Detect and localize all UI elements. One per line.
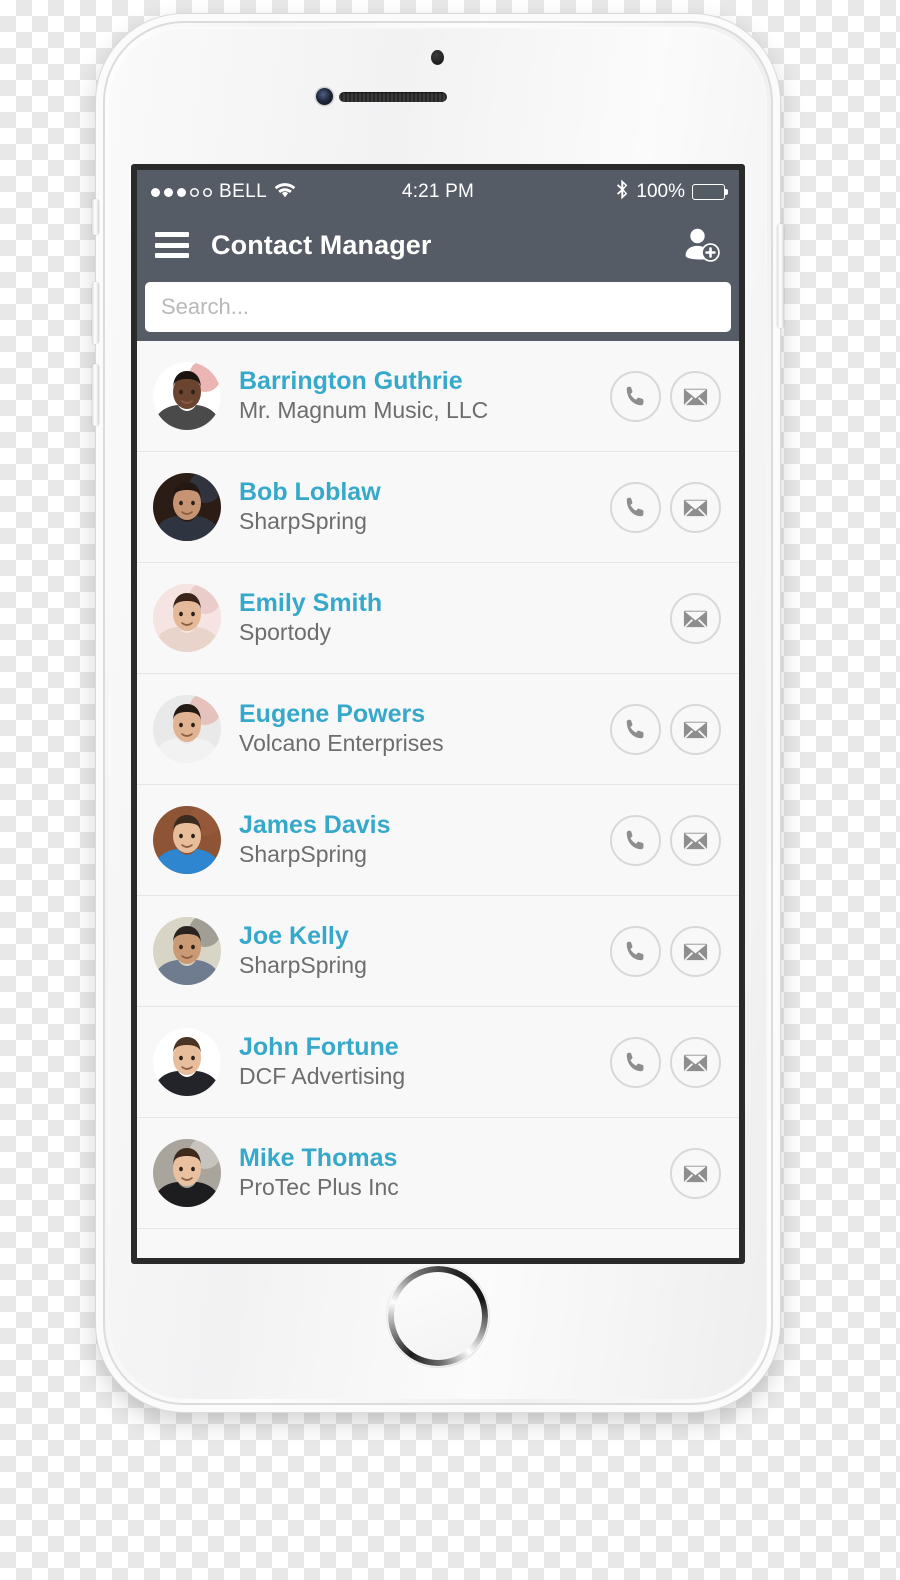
avatar [153,1139,221,1207]
signal-dot [151,187,160,197]
status-bar: BELL 4:21 PM 100% [137,170,739,214]
contact-company: SharpSpring [239,841,367,868]
signal-strength-icon [151,187,212,197]
status-bar-time: 4:21 PM [401,181,475,202]
email-icon[interactable] [670,1147,721,1199]
earpiece-speaker-icon [339,92,447,102]
avatar [153,362,221,430]
contact-info: Barrington Guthrie Mr. Magnum Music, LLC [239,366,610,426]
wifi-icon [274,181,296,204]
front-camera-icon [316,88,333,105]
signal-dot [190,188,199,197]
signal-dot [203,188,212,197]
email-icon[interactable] [670,1036,721,1088]
avatar [153,806,221,874]
hamburger-icon[interactable] [155,232,189,258]
contact-info: Joe Kelly SharpSpring [239,921,610,981]
app-viewport: BELL 4:21 PM 100% Contact Manager Search… [137,170,739,1258]
contact-name[interactable]: Barrington Guthrie [239,366,610,397]
contact-company: SharpSpring [239,952,367,979]
avatar [153,695,221,763]
contact-info: Mike Thomas ProTec Plus Inc [239,1143,670,1203]
hamburger-bar [155,253,189,258]
phone-screen: BELL 4:21 PM 100% Contact Manager Search… [131,164,745,1264]
contact-row[interactable]: Eugene Powers Volcano Enterprises [137,674,739,785]
phone-icon[interactable] [610,370,661,422]
email-icon[interactable] [670,814,721,866]
volume-down-button[interactable] [92,364,99,426]
contact-name[interactable]: Mike Thomas [239,1143,670,1174]
contact-info: Bob Loblaw SharpSpring [239,477,610,537]
avatar [153,473,221,541]
power-button[interactable] [777,224,784,328]
phone-icon[interactable] [610,703,661,755]
page-title: Contact Manager [211,229,432,260]
carrier-label: BELL [219,181,268,202]
contact-company: Mr. Magnum Music, LLC [239,397,489,424]
contact-info: Emily Smith Sportody [239,588,670,648]
app-header: Contact Manager [137,214,739,276]
battery-icon [692,184,729,200]
hamburger-bar [155,242,189,248]
contact-row[interactable]: Barrington Guthrie Mr. Magnum Music, LLC [137,341,739,452]
contact-actions [610,925,721,977]
contact-actions [670,1147,721,1199]
status-bar-right: 100% [474,179,729,206]
contact-row[interactable]: Mike Thomas ProTec Plus Inc [137,1118,739,1229]
contact-company: DCF Advertising [239,1063,406,1090]
phone-icon[interactable] [610,925,661,977]
status-bar-left: BELL [151,181,402,204]
contact-actions [610,1036,721,1088]
avatar [153,917,221,985]
contact-actions [610,814,721,866]
contact-name[interactable]: James Davis [239,810,610,841]
search-bar-container [137,276,739,341]
contact-name[interactable]: Bob Loblaw [239,477,610,508]
contact-actions [610,370,721,422]
contact-info: Eugene Powers Volcano Enterprises [239,699,610,759]
contact-row[interactable]: James Davis SharpSpring [137,785,739,896]
signal-dot [177,187,186,197]
contact-company: Sportody [239,619,332,646]
contact-row[interactable]: Joe Kelly SharpSpring [137,896,739,1007]
contact-list[interactable]: Barrington Guthrie Mr. Magnum Music, LLC B… [137,341,739,1258]
email-icon[interactable] [670,703,721,755]
bluetooth-icon [616,179,629,206]
proximity-sensor-icon [431,50,444,65]
battery-percent-label: 100% [636,181,686,202]
home-button[interactable] [386,1264,490,1368]
email-icon[interactable] [670,592,721,644]
phone-icon[interactable] [610,481,661,533]
contact-name[interactable]: Emily Smith [239,588,670,619]
mute-switch-button[interactable] [92,199,99,235]
phone-icon[interactable] [610,1036,661,1088]
contact-actions [610,703,721,755]
phone-icon[interactable] [610,814,661,866]
contact-name[interactable]: Eugene Powers [239,699,610,730]
contact-info: John Fortune DCF Advertising [239,1032,610,1092]
add-contact-icon[interactable] [681,225,721,265]
signal-dot [164,187,173,197]
contact-row[interactable]: Bob Loblaw SharpSpring [137,452,739,563]
email-icon[interactable] [670,481,721,533]
phone-device: BELL 4:21 PM 100% Contact Manager Search… [92,14,784,1412]
contact-row[interactable]: John Fortune DCF Advertising [137,1007,739,1118]
contact-actions [670,592,721,644]
hamburger-bar [155,232,189,237]
avatar [153,584,221,652]
search-input[interactable] [145,282,731,332]
contact-actions [610,481,721,533]
volume-up-button[interactable] [92,282,99,344]
contact-row[interactable]: Emily Smith Sportody [137,563,739,674]
email-icon[interactable] [670,370,721,422]
email-icon[interactable] [670,925,721,977]
contact-name[interactable]: Joe Kelly [239,921,610,952]
avatar [153,1028,221,1096]
contact-company: ProTec Plus Inc [239,1174,399,1201]
contact-info: James Davis SharpSpring [239,810,610,870]
contact-name[interactable]: John Fortune [239,1032,610,1063]
contact-company: SharpSpring [239,508,367,535]
contact-company: Volcano Enterprises [239,730,444,757]
